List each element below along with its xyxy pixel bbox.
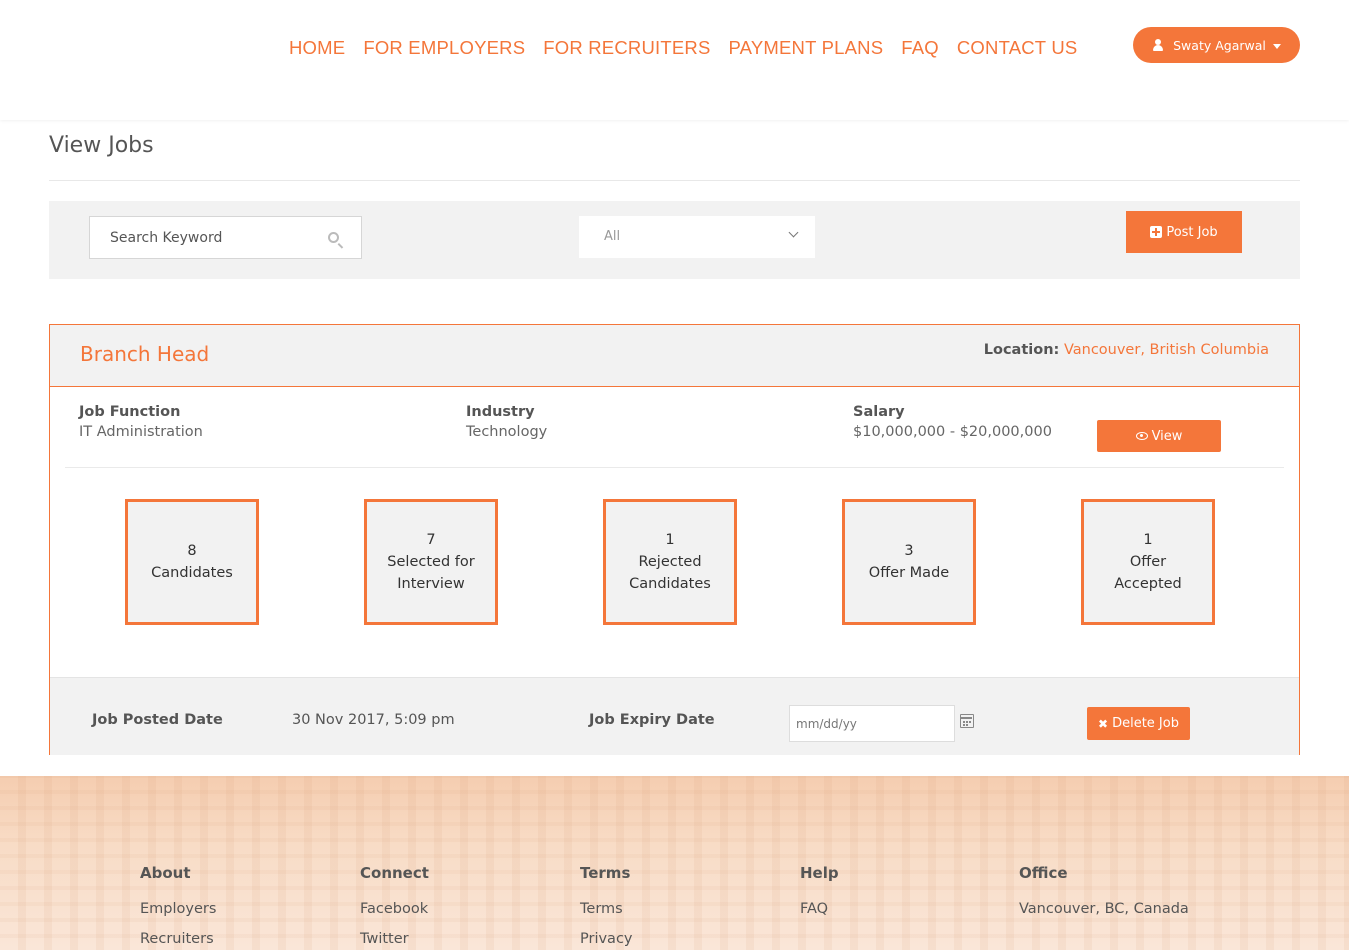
stat-rejected-candidates[interactable]: 1 Rejected Candidates [603,499,737,625]
stat-label: Candidates [151,565,233,581]
footer-heading: About [140,864,191,882]
job-card: Branch Head Location: Vancouver, British… [49,324,1300,755]
view-job-label: View [1151,428,1183,444]
footer-link-twitter[interactable]: Twitter [360,931,429,947]
job-card-footer: Job Posted Date 30 Nov 2017, 5:09 pm Job… [50,677,1299,755]
footer-heading: Connect [360,864,429,882]
title-divider [49,180,1300,181]
stat-label: Offer Accepted [1114,554,1182,592]
close-icon: ✖ [1098,716,1109,731]
search-box [89,216,362,259]
chevron-down-icon [788,227,799,238]
nav-contact-us[interactable]: CONTACT US [957,37,1078,59]
stat-label: Rejected Candidates [629,554,711,592]
stat-offer-accepted[interactable]: 1 Offer Accepted [1081,499,1215,625]
user-name: Swaty Agarwal [1173,37,1266,53]
user-menu-button[interactable]: Swaty Agarwal [1133,27,1300,63]
stat-offer-made[interactable]: 3 Offer Made [842,499,976,625]
job-card-header: Branch Head Location: Vancouver, British… [50,325,1299,387]
footer-link-privacy[interactable]: Privacy [580,931,633,947]
job-function: Job Function IT Administration [79,404,203,440]
stat-selected-for-interview[interactable]: 7 Selected for Interview [364,499,498,625]
nav-for-recruiters[interactable]: FOR RECRUITERS [543,37,710,59]
job-salary: Salary $10,000,000 - $20,000,000 [853,404,1052,440]
caret-down-icon [1272,44,1281,49]
job-function-label: Job Function [79,404,181,420]
footer-office-address: Vancouver, BC, Canada [1019,901,1189,917]
job-location: Location: Vancouver, British Columbia [984,342,1269,358]
footer-link-faq[interactable]: FAQ [800,901,839,917]
stat-count: 3 [904,543,914,559]
job-function-value: IT Administration [79,424,203,440]
site-header: HOME FOR EMPLOYERS FOR RECRUITERS PAYMEN… [0,0,1349,120]
industry-value: Technology [466,424,548,440]
main-nav: HOME FOR EMPLOYERS FOR RECRUITERS PAYMEN… [280,37,1086,59]
status-select-value: All [604,229,621,244]
nav-for-employers[interactable]: FOR EMPLOYERS [363,37,525,59]
footer-link-facebook[interactable]: Facebook [360,901,429,917]
footer-col-about: About Employers Recruiters [140,864,216,947]
footer-link-employers[interactable]: Employers [140,901,216,917]
filter-bar: All Post Job [49,201,1300,279]
search-input[interactable] [90,217,330,258]
card-divider [65,467,1284,468]
delete-job-button[interactable]: ✖ Delete Job [1087,707,1190,740]
site-footer: About Employers Recruiters Connect Faceb… [0,776,1349,950]
eye-icon [1135,432,1148,440]
footer-col-office: Office Vancouver, BC, Canada [1019,864,1189,917]
status-select[interactable]: All [579,216,815,258]
delete-job-label: Delete Job [1112,716,1179,731]
nav-faq[interactable]: FAQ [901,37,939,59]
job-title[interactable]: Branch Head [80,342,209,366]
stat-label: Offer Made [868,565,950,581]
user-icon [1152,39,1164,51]
calendar-icon[interactable] [960,714,974,728]
job-industry: Industry Technology [466,404,547,440]
location-value: Vancouver, British Columbia [1063,342,1269,358]
footer-col-connect: Connect Facebook Twitter [360,864,429,947]
footer-link-recruiters[interactable]: Recruiters [140,931,216,947]
plus-square-icon [1150,226,1163,238]
page-title: View Jobs [49,133,154,158]
footer-col-terms: Terms Terms Privacy [580,864,633,947]
post-job-label: Post Job [1166,224,1218,240]
nav-home[interactable]: HOME [289,37,345,59]
stat-label: Selected for Interview [387,554,475,592]
location-label: Location: [983,342,1060,358]
stat-count: 8 [187,543,197,559]
salary-label: Salary [853,404,905,420]
footer-heading: Office [1019,864,1068,882]
view-job-button[interactable]: View [1097,420,1221,452]
search-icon[interactable] [328,232,339,243]
industry-label: Industry [466,404,535,420]
stat-candidates[interactable]: 8 Candidates [125,499,259,625]
footer-heading: Terms [580,864,631,882]
stat-count: 7 [426,532,436,548]
footer-col-help: Help FAQ [800,864,839,917]
footer-heading: Help [800,864,839,882]
post-job-button[interactable]: Post Job [1126,211,1242,253]
nav-payment-plans[interactable]: PAYMENT PLANS [729,37,884,59]
posted-date-value: 30 Nov 2017, 5:09 pm [292,712,455,728]
posted-date-label: Job Posted Date [92,712,223,728]
expiry-date-input[interactable] [790,706,946,741]
stat-count: 1 [665,532,675,548]
expiry-date-label: Job Expiry Date [589,712,715,728]
expiry-date-field [789,705,955,742]
salary-value: $10,000,000 - $20,000,000 [853,424,1052,440]
footer-link-terms[interactable]: Terms [580,901,633,917]
stat-count: 1 [1143,532,1153,548]
